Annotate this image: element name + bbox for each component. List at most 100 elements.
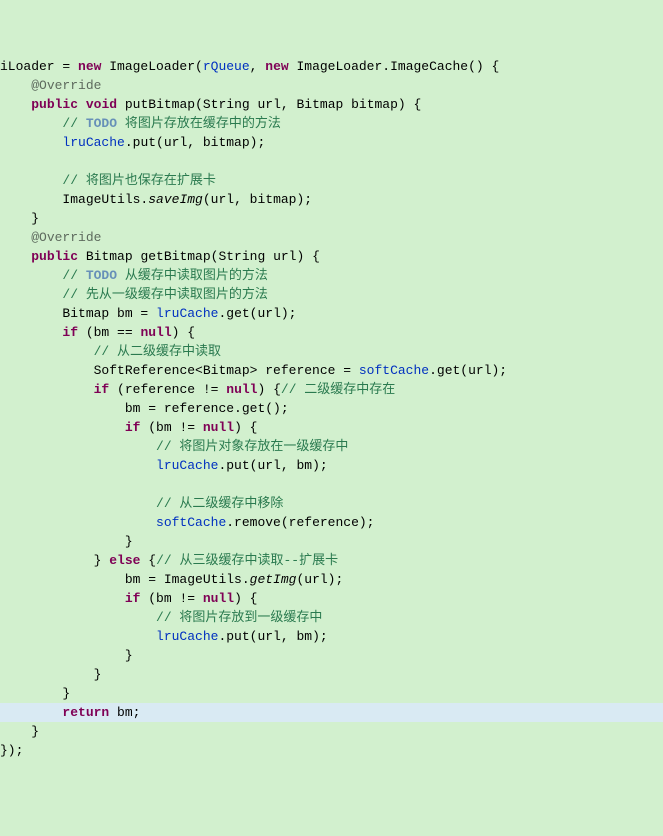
code-editor[interactable]: iLoader = new ImageLoader(rQueue, new Im… xyxy=(0,57,663,760)
code-token: 从缓存中读取图片的方法 xyxy=(117,268,268,283)
code-token: // 从二级缓存中移除 xyxy=(156,496,283,511)
code-token: return xyxy=(62,705,109,720)
code-line[interactable]: if (reference != null) {// 二级缓存中存在 xyxy=(0,380,663,399)
code-line[interactable]: } xyxy=(0,665,663,684)
code-token: softCache xyxy=(359,363,429,378)
code-token: putBitmap(String url, Bitmap bitmap) { xyxy=(117,97,421,112)
code-token: } xyxy=(31,724,39,739)
code-token: bm; xyxy=(109,705,140,720)
code-line[interactable]: // TODO 从缓存中读取图片的方法 xyxy=(0,266,663,285)
code-token: (bm != xyxy=(140,420,202,435)
code-line[interactable]: } xyxy=(0,684,663,703)
code-line[interactable]: // 将图片对象存放在一级缓存中 xyxy=(0,437,663,456)
code-line[interactable]: } else {// 从三级缓存中读取--扩展卡 xyxy=(0,551,663,570)
code-token: ) { xyxy=(234,420,257,435)
code-line[interactable]: } xyxy=(0,209,663,228)
code-line[interactable]: SoftReference<Bitmap> reference = softCa… xyxy=(0,361,663,380)
code-token: .put(url, bitmap); xyxy=(125,135,265,150)
code-token: // xyxy=(62,268,85,283)
code-token: // 从三级缓存中读取--扩展卡 xyxy=(156,553,338,568)
code-token: if xyxy=(125,591,141,606)
code-token: @Override xyxy=(31,230,101,245)
code-line[interactable]: // 将图片存放到一级缓存中 xyxy=(0,608,663,627)
code-token: else xyxy=(109,553,140,568)
code-token: rQueue xyxy=(203,59,250,74)
code-token: public xyxy=(31,249,78,264)
code-token: // xyxy=(62,116,85,131)
code-line[interactable]: // 从二级缓存中读取 xyxy=(0,342,663,361)
code-token: lruCache xyxy=(156,306,218,321)
code-line[interactable]: bm = ImageUtils.getImg(url); xyxy=(0,570,663,589)
code-token: // 先从一级缓存中读取图片的方法 xyxy=(62,287,267,302)
code-line[interactable]: // TODO 将图片存放在缓存中的方法 xyxy=(0,114,663,133)
code-token: .put(url, bm); xyxy=(218,629,327,644)
code-line[interactable]: // 从二级缓存中移除 xyxy=(0,494,663,513)
code-token: ImageLoader( xyxy=(101,59,202,74)
code-line[interactable]: return bm; xyxy=(0,703,663,722)
code-line[interactable]: softCache.remove(reference); xyxy=(0,513,663,532)
code-token xyxy=(78,97,86,112)
code-line[interactable]: ImageUtils.saveImg(url, bitmap); xyxy=(0,190,663,209)
code-token: ImageLoader.ImageCache() { xyxy=(289,59,500,74)
code-line[interactable]: @Override xyxy=(0,228,663,247)
code-token: // 从二级缓存中读取 xyxy=(94,344,221,359)
code-token: getImg xyxy=(250,572,297,587)
code-token: saveImg xyxy=(148,192,203,207)
code-line[interactable]: Bitmap bm = lruCache.get(url); xyxy=(0,304,663,323)
code-line[interactable]: lruCache.put(url, bm); xyxy=(0,456,663,475)
code-line[interactable]: public void putBitmap(String url, Bitmap… xyxy=(0,95,663,114)
code-line[interactable]: lruCache.put(url, bitmap); xyxy=(0,133,663,152)
code-token: if xyxy=(125,420,141,435)
code-line[interactable]: } xyxy=(0,646,663,665)
code-line[interactable]: lruCache.put(url, bm); xyxy=(0,627,663,646)
code-token: TODO xyxy=(86,268,117,283)
code-line[interactable]: // 将图片也保存在扩展卡 xyxy=(0,171,663,190)
code-token: @Override xyxy=(31,78,101,93)
code-line[interactable]: } xyxy=(0,722,663,741)
code-token: 将图片存放在缓存中的方法 xyxy=(117,116,281,131)
code-token: void xyxy=(86,97,117,112)
code-token: iLoader = xyxy=(0,59,78,74)
code-token: .put(url, bm); xyxy=(218,458,327,473)
code-line[interactable]: @Override xyxy=(0,76,663,95)
code-token: , xyxy=(250,59,266,74)
code-token: null xyxy=(203,591,234,606)
code-line[interactable]: }); xyxy=(0,741,663,760)
code-line[interactable]: if (bm == null) { xyxy=(0,323,663,342)
code-line[interactable]: } xyxy=(0,532,663,551)
code-line[interactable]: // 先从一级缓存中读取图片的方法 xyxy=(0,285,663,304)
code-token: bm = ImageUtils. xyxy=(125,572,250,587)
code-token: } xyxy=(94,667,102,682)
code-token: lruCache xyxy=(156,458,218,473)
code-token: bm = reference.get(); xyxy=(125,401,289,416)
code-token: lruCache xyxy=(62,135,124,150)
code-token: // 将图片存放到一级缓存中 xyxy=(156,610,322,625)
code-line[interactable]: if (bm != null) { xyxy=(0,418,663,437)
code-token: ImageUtils. xyxy=(62,192,148,207)
code-line[interactable] xyxy=(0,475,663,494)
code-token: { xyxy=(140,553,156,568)
code-line[interactable]: public Bitmap getBitmap(String url) { xyxy=(0,247,663,266)
code-line[interactable] xyxy=(0,152,663,171)
code-token: .get(url); xyxy=(218,306,296,321)
code-token: (bm == xyxy=(78,325,140,340)
code-token: } xyxy=(125,648,133,663)
code-token: } xyxy=(94,553,110,568)
code-token: null xyxy=(140,325,171,340)
code-token: } xyxy=(31,211,39,226)
code-token: (url); xyxy=(296,572,343,587)
code-token: softCache xyxy=(156,515,226,530)
code-token: ) { xyxy=(257,382,280,397)
code-line[interactable]: iLoader = new ImageLoader(rQueue, new Im… xyxy=(0,57,663,76)
code-token: SoftReference<Bitmap> reference = xyxy=(94,363,359,378)
code-line[interactable]: if (bm != null) { xyxy=(0,589,663,608)
code-token: TODO xyxy=(86,116,117,131)
code-token: (bm != xyxy=(140,591,202,606)
code-token: lruCache xyxy=(156,629,218,644)
code-token: if xyxy=(62,325,78,340)
code-token: }); xyxy=(0,743,23,758)
code-token: // 将图片对象存放在一级缓存中 xyxy=(156,439,348,454)
code-token: .remove(reference); xyxy=(226,515,374,530)
code-token: if xyxy=(94,382,110,397)
code-line[interactable]: bm = reference.get(); xyxy=(0,399,663,418)
